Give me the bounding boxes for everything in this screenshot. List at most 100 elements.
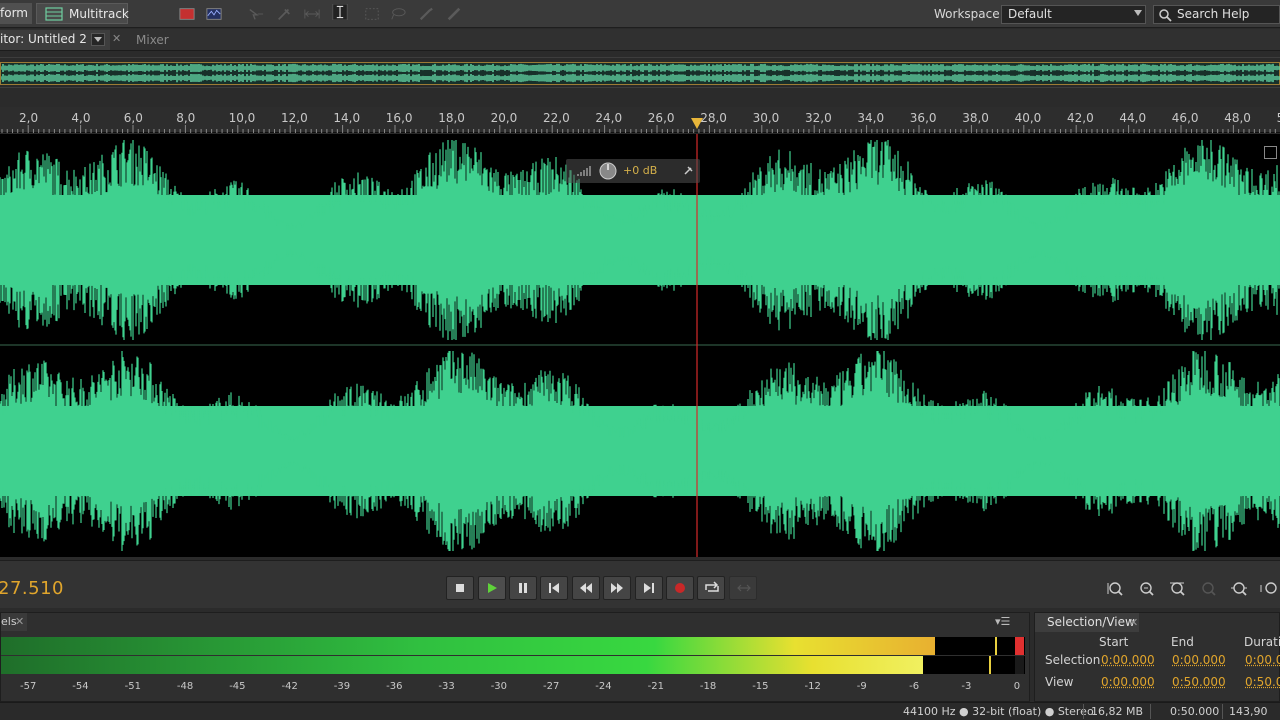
selection-view-tab-label: Selection/View	[1047, 615, 1135, 629]
view-end-value[interactable]: 0:50.000	[1172, 675, 1226, 689]
meter-scale-label: -6	[909, 681, 920, 692]
move-tool-icon[interactable]	[248, 6, 264, 22]
meter-scale: -57 -54 -51 -48 -45 -42 -39 -36 -33 -30 -27 -24 -21-…	[1, 679, 1025, 695]
razor-tool-icon[interactable]	[276, 6, 292, 22]
workspace-value: Default	[1008, 7, 1052, 21]
slip-tool-icon[interactable]	[304, 6, 320, 22]
ruler-tick-label: 38,0	[962, 111, 989, 125]
zoom-out-amplitude-icon[interactable]	[1137, 580, 1155, 598]
ruler-tick-label: 42,0	[1067, 111, 1094, 125]
current-time-display[interactable]: 27.510	[0, 578, 64, 599]
spectral-pitch-icon[interactable]	[206, 6, 222, 22]
tab-editor[interactable]: itor: Untitled 2 *	[0, 30, 110, 50]
workspace-label: Workspace:	[934, 7, 1004, 21]
duration-header: Duration	[1244, 635, 1280, 649]
ruler-tick-label: 4,0	[71, 111, 91, 125]
stereo-waveform	[0, 134, 1280, 557]
zoom-out-full-icon[interactable]	[1199, 580, 1217, 598]
peak-hold-right	[989, 656, 991, 674]
skip-icon	[737, 584, 751, 592]
time-ruler[interactable]: 2,0 4,0 6,0 8,0 10,0 12,0 14,0 16,0 18,0 20,0 22,0…	[0, 107, 1280, 133]
multitrack-icon	[45, 7, 63, 21]
move-to-previous-button[interactable]	[540, 576, 568, 600]
lasso-tool-icon[interactable]	[390, 6, 406, 22]
play-icon	[488, 583, 497, 593]
meter-scale-label: -18	[699, 681, 717, 692]
pin-icon[interactable]	[682, 165, 694, 177]
ruler-tick-label: 24,0	[595, 111, 623, 125]
view-row-label: View	[1045, 675, 1074, 689]
move-to-next-button[interactable]	[635, 576, 663, 600]
tab-mixer[interactable]: Mixer	[136, 33, 169, 47]
meter-scale-label: -39	[333, 681, 351, 692]
ruler-tick-label: 26,0	[647, 111, 675, 125]
ruler-tick-label: 5	[1277, 111, 1280, 125]
search-help-input[interactable]: Search Help	[1153, 5, 1280, 24]
tab-selection-view[interactable]: Selection/View ✕	[1035, 613, 1139, 632]
ruler-tick-label: 2,0	[19, 111, 39, 125]
selection-start-value[interactable]: 0:00.000	[1101, 653, 1155, 667]
overview-visible-range[interactable]	[0, 62, 1280, 85]
zoom-to-selection-icon[interactable]	[1230, 580, 1248, 598]
zoom-in-time-icon[interactable]	[1168, 580, 1186, 598]
selection-end-value[interactable]: 0:00.000	[1172, 653, 1226, 667]
close-icon[interactable]: ✕	[15, 613, 24, 631]
selection-view-panel: Selection/View ✕ Start End Duration Sele…	[1034, 612, 1280, 702]
meter-scale-label: -42	[281, 681, 298, 692]
ruler-tick-label: 46,0	[1171, 111, 1199, 125]
view-start-value[interactable]: 0:00.000	[1101, 675, 1155, 689]
fast-forward-button[interactable]	[603, 576, 631, 600]
multitrack-mode-tab[interactable]: Multitrack	[36, 3, 129, 24]
clip-indicator-right[interactable]	[1015, 656, 1024, 674]
status-format: 44100 Hz ● 32-bit (float) ● Stereo	[903, 705, 1094, 718]
meter-scale-label: -12	[804, 681, 821, 692]
clip-indicator-left[interactable]	[1015, 637, 1024, 655]
close-icon[interactable]: ✕	[1129, 613, 1138, 632]
volume-icon	[577, 166, 591, 176]
zoom-corner-icon[interactable]	[1264, 146, 1277, 159]
meter-scale-label: 0	[1013, 681, 1021, 692]
playhead-marker-icon[interactable]	[690, 117, 704, 131]
waveform-overview[interactable]	[0, 57, 1280, 88]
workspace-select[interactable]: Default	[1001, 5, 1146, 24]
record-icon	[675, 583, 685, 593]
ruler-tick-label: 34,0	[857, 111, 885, 125]
brush-tool-icon[interactable]	[418, 6, 434, 22]
meter-scale-label: -21	[647, 681, 664, 692]
ruler-tick-label: 28,0	[700, 111, 727, 125]
meter-scale-label: -9	[856, 681, 867, 692]
skip-selection-button[interactable]	[729, 576, 757, 600]
waveform-display[interactable]: +0 dB	[0, 134, 1280, 557]
panel-menu-icon[interactable]: ▾☰	[995, 615, 1010, 628]
loop-playback-button[interactable]	[697, 576, 725, 600]
zoom-in-amplitude-icon[interactable]	[1106, 580, 1124, 598]
rewind-button[interactable]	[572, 576, 600, 600]
gain-value: +0 dB	[623, 164, 658, 177]
zoom-out-time-icon[interactable]	[1260, 580, 1278, 598]
spectral-frequency-icon[interactable]	[179, 6, 195, 22]
spot-healing-tool-icon[interactable]	[446, 6, 462, 22]
transport-bar: 27.510	[0, 560, 1280, 608]
ruler-tick-label: 44,0	[1119, 111, 1147, 125]
ruler-tick-label: 6,0	[123, 111, 143, 125]
close-icon[interactable]: ✕	[112, 32, 121, 45]
gain-hud[interactable]: +0 dB	[566, 159, 700, 183]
ruler-tick-label: 36,0	[909, 111, 937, 125]
marquee-tool-icon[interactable]	[364, 6, 380, 22]
start-header: Start	[1099, 635, 1129, 649]
gain-knob-icon[interactable]	[599, 162, 617, 180]
pause-button[interactable]	[509, 576, 537, 600]
waveform-mode-tab[interactable]: eform	[0, 3, 32, 24]
tab-levels[interactable]: els ✕	[1, 613, 27, 631]
play-button[interactable]	[478, 576, 506, 600]
panel-tabs: itor: Untitled 2 * ✕ Mixer	[0, 29, 1280, 51]
view-duration-value[interactable]: 0:50.000	[1245, 675, 1280, 689]
stop-button[interactable]	[446, 576, 474, 600]
time-selection-tool-icon[interactable]	[332, 4, 348, 20]
selection-duration-value[interactable]: 0:00.000	[1245, 653, 1280, 667]
ruler-tick-label: 12,0	[281, 111, 308, 125]
record-button[interactable]	[666, 576, 694, 600]
meter-scale-label: -57	[20, 681, 37, 692]
main-toolbar: eform Multitrack Workspace: Default Sear…	[0, 0, 1280, 28]
editor-file-dropdown[interactable]	[91, 33, 105, 46]
